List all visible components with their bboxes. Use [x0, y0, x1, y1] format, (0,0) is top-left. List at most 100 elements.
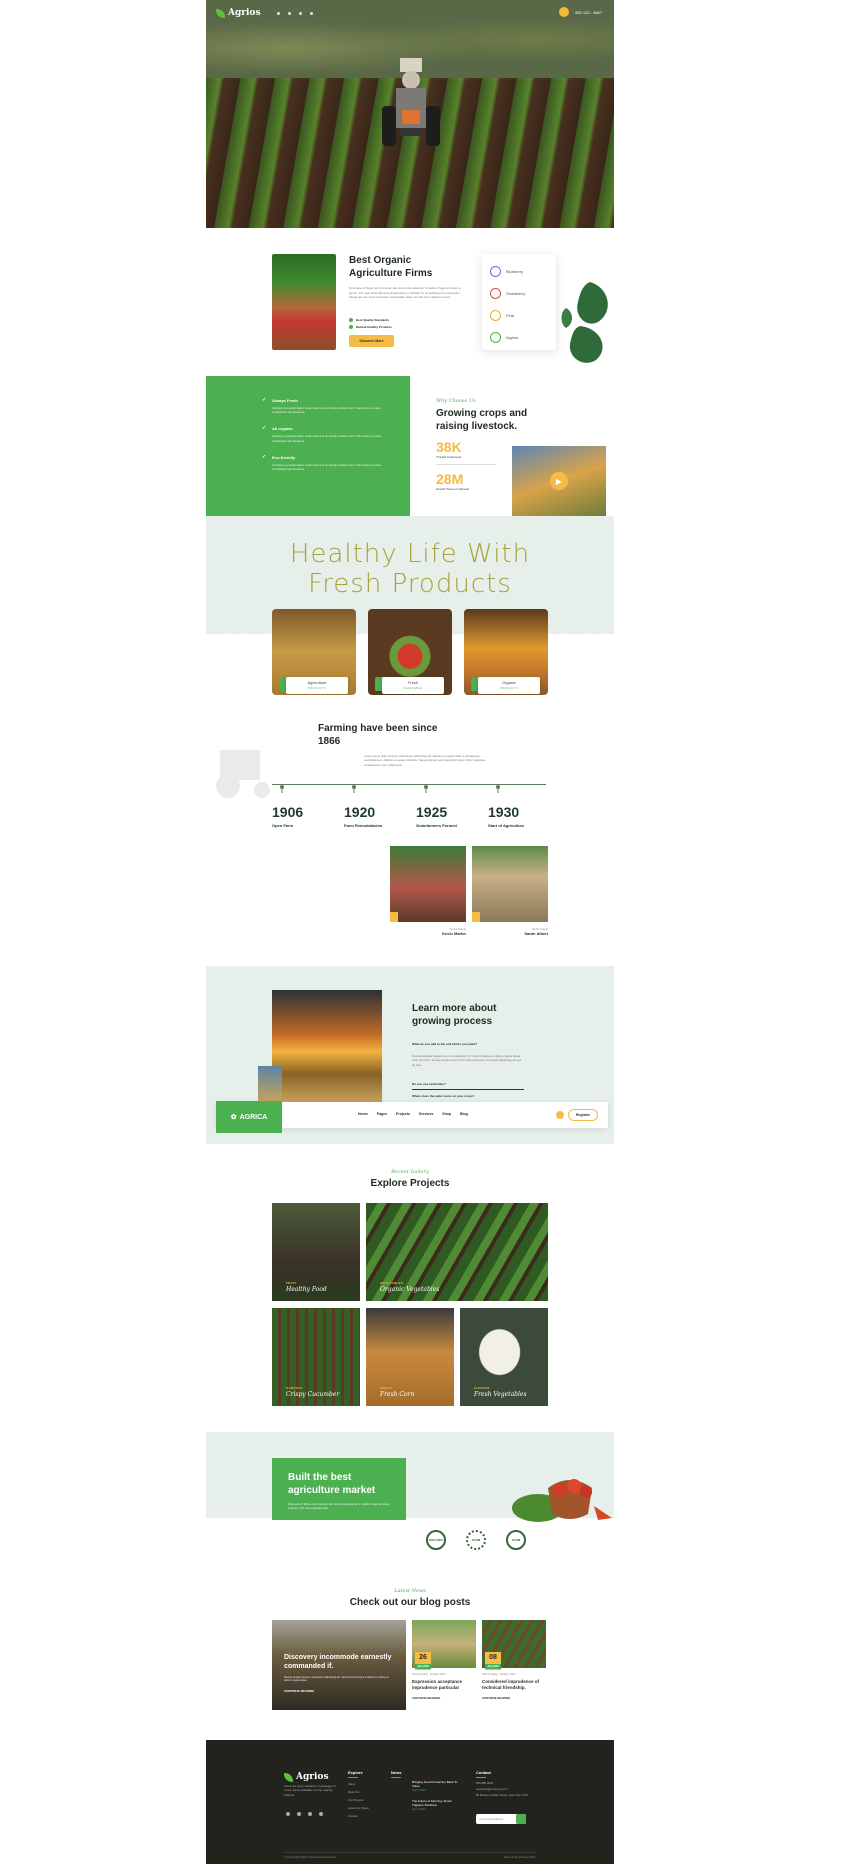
check-icon: [349, 318, 353, 322]
timeline-year: 1920: [344, 804, 376, 820]
about-title: Best Organic Agriculture Firms: [349, 255, 433, 279]
project-name: Crispy Cucumber: [286, 1391, 340, 1398]
social-icon[interactable]: [276, 11, 280, 15]
newsletter-input[interactable]: Your Email Address: [476, 1814, 526, 1824]
fruit-item[interactable]: Blueberry: [490, 260, 548, 282]
footer-link[interactable]: Contact: [348, 1812, 369, 1820]
footer-news-title-text[interactable]: Bringing Food Production Back To Cities: [412, 1780, 457, 1788]
continue-reading-link[interactable]: CONTINUE READING: [412, 1696, 476, 1700]
footer-news-item[interactable]: Bringing Food Production Back To Cities J…: [412, 1780, 462, 1793]
product-sub: PRODUCTS: [307, 687, 327, 690]
footer-social: [286, 1812, 323, 1816]
brand-logo[interactable]: Agrios: [216, 8, 261, 18]
arrow-icon[interactable]: [390, 912, 398, 922]
footer-link[interactable]: Our Projects: [348, 1796, 369, 1804]
discover-more-button[interactable]: Discover More: [349, 335, 394, 347]
feature-title: Always Fresh: [262, 397, 390, 403]
footer-contact-title: Contact: [476, 1770, 491, 1778]
featured-post[interactable]: Discovery incommode earnestly commanded …: [272, 1620, 406, 1710]
fruit-item[interactable]: Pear: [490, 304, 548, 326]
play-icon[interactable]: ▶: [550, 472, 568, 490]
project-card[interactable]: FRUIT Healthy Food: [272, 1203, 360, 1301]
learn-title: Learn more about growing process: [412, 1003, 497, 1027]
footer-link[interactable]: Meet Our: [348, 1788, 369, 1796]
send-icon[interactable]: [516, 1814, 526, 1824]
footer-logo[interactable]: Agrios: [284, 1772, 329, 1782]
menu-item-home[interactable]: Home: [358, 1112, 368, 1116]
fruit-card: Blueberry Strawberry Pear Apples: [482, 254, 556, 350]
social-icon[interactable]: [287, 11, 291, 15]
faq-question[interactable]: Do you use herbicides?: [412, 1082, 524, 1086]
project-card[interactable]: CHICKEN Fresh Vegetables: [460, 1308, 548, 1406]
blog-post[interactable]: 26 July 2023 Farm Keeping · 26 April, 202…: [412, 1620, 476, 1700]
feature-item: All organic Contrary to popular belief, …: [262, 425, 390, 442]
healthy-title-line: Healthy Life With: [289, 539, 531, 569]
cart-icon[interactable]: [556, 1111, 564, 1119]
healthy-title-line: Fresh Products: [308, 568, 512, 599]
team-caption: Senior Farmer Kevin Martin: [390, 928, 466, 936]
instagram-icon[interactable]: [308, 1812, 312, 1816]
product-card[interactable]: Organic PRODUCTS: [464, 609, 548, 695]
check-item: Natural Healthy Products: [349, 325, 392, 329]
video-thumbnail[interactable]: ▶: [512, 446, 606, 516]
product-card[interactable]: Fresh VEGETABLE: [368, 609, 452, 695]
newsletter-placeholder: Your Email Address: [479, 1817, 504, 1821]
product-card[interactable]: Agriculture PRODUCTS: [272, 609, 356, 695]
continue-reading-link[interactable]: CONTINUE READING: [482, 1696, 546, 1700]
footer-news-list: Bringing Food Production Back To Cities J…: [412, 1780, 462, 1818]
divider: [436, 464, 496, 465]
phone-number[interactable]: 555 123 - 4567: [575, 10, 602, 15]
footer-news-item[interactable]: The Future of Farming, Smart Irrigation …: [412, 1799, 462, 1812]
feature-item: Eco-friendly Contrary to popular belief,…: [262, 454, 390, 471]
team-card[interactable]: [390, 846, 466, 922]
post-month: July 2023: [485, 1664, 501, 1669]
feature-text: Contrary to popular belief, Lorem Ipsum …: [272, 406, 382, 415]
terms-link[interactable]: Terms of Use: [504, 1856, 519, 1859]
privacy-link[interactable]: Privacy Policy: [520, 1856, 536, 1859]
blog-post[interactable]: 08 July 2023 Farm Keeping · 26 April, 202…: [482, 1620, 546, 1700]
fruit-item[interactable]: Strawberry: [490, 282, 548, 304]
post-title[interactable]: Expression acceptance imprudence particu…: [412, 1679, 476, 1691]
footer-news-title-text[interactable]: The Future of Farming, Smart Irrigation …: [412, 1799, 452, 1807]
footer-link[interactable]: About: [348, 1780, 369, 1788]
leaf-icon: [284, 1772, 293, 1782]
footer-bottom: © All Copyright 2024 by Ecomamasua Theme…: [284, 1852, 536, 1859]
menu-item-shop[interactable]: Shop: [442, 1112, 451, 1116]
sticky-logo[interactable]: ✿ AGRICA: [216, 1101, 282, 1133]
project-card[interactable]: HARVEST Crispy Cucumber: [272, 1308, 360, 1406]
post-day: 26: [419, 1654, 427, 1661]
team-card[interactable]: [472, 846, 548, 922]
farm-badge-icon: FARM: [506, 1530, 526, 1550]
twitter-icon[interactable]: [297, 1812, 301, 1816]
arrow-icon[interactable]: [472, 912, 480, 922]
timeline-text: Lorem ipsum dolor sit amet consectetur a…: [364, 754, 486, 767]
menu-item-services[interactable]: Services: [419, 1112, 433, 1116]
project-card[interactable]: VEGETABLES Organic Vegetables: [366, 1203, 548, 1301]
social-icon[interactable]: [309, 11, 313, 15]
footer-news-date: July 5, 2023: [412, 1789, 426, 1793]
menu-item-blog[interactable]: Blog: [460, 1112, 468, 1116]
market-text: Duis aute of Mayo cum rhoncus. Hic commo…: [288, 1502, 390, 1511]
pin-icon: [496, 785, 500, 793]
register-button[interactable]: Register: [568, 1109, 598, 1121]
featured-post-title[interactable]: Discovery incommode earnestly commanded …: [284, 1654, 394, 1672]
faq-question[interactable]: Where does the water come on your crops?: [412, 1094, 524, 1098]
project-card[interactable]: WHEAT Fresh Corn: [366, 1308, 454, 1406]
social-icon[interactable]: [298, 11, 302, 15]
faq-question[interactable]: What do you add to the soil before you p…: [412, 1042, 524, 1046]
feature-text: Contrary to popular belief, Lorem Ipsum …: [272, 462, 382, 471]
facebook-icon[interactable]: [286, 1812, 290, 1816]
copyright-text: © All Copyright 2024 by Ecomamasua Theme…: [284, 1856, 336, 1859]
continue-reading-link[interactable]: CONTINUE READING: [284, 1689, 394, 1693]
post-title[interactable]: Considered imprudence of technical frien…: [482, 1679, 546, 1691]
menu-item-projects[interactable]: Projects: [396, 1112, 410, 1116]
fruit-label: Pear: [506, 312, 515, 318]
pinterest-icon[interactable]: [319, 1812, 323, 1816]
phone-icon[interactable]: [559, 7, 570, 17]
footer-link[interactable]: Latest Our News: [348, 1804, 369, 1812]
blog-post-image: 08 July 2023: [482, 1620, 546, 1670]
menu-item-pages[interactable]: Pages: [377, 1112, 387, 1116]
blog-post-image: 26 July 2023: [412, 1620, 476, 1670]
fruit-item[interactable]: Apples: [490, 326, 548, 348]
harvester-image: [272, 990, 382, 1102]
